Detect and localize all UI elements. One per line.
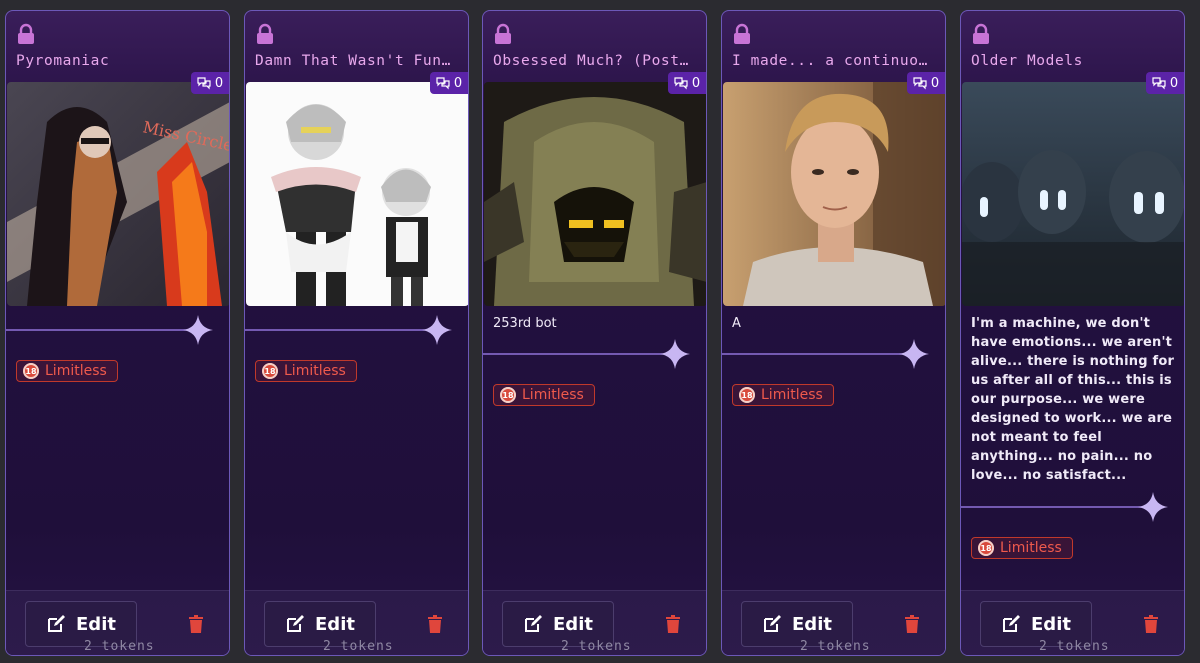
trash-icon[interactable] <box>665 615 681 633</box>
character-card[interactable]: I made... a continuous l... 0 A <box>721 10 946 656</box>
character-image[interactable] <box>484 82 706 306</box>
content-tag[interactable]: 18 Limitless <box>732 384 834 406</box>
trash-icon[interactable] <box>188 615 204 633</box>
lock-icon <box>973 23 989 44</box>
card-title[interactable]: I made... a continuous l... <box>732 53 932 69</box>
card-footer: Edit 2 tokens <box>722 590 945 655</box>
chat-bubbles-icon <box>674 76 688 89</box>
chat-count-badge: 0 <box>191 72 229 94</box>
character-card[interactable]: Pyromaniac 0 Miss Circle 18 Limitless Ed… <box>5 10 230 656</box>
character-image[interactable]: Miss Circle <box>7 82 229 306</box>
chat-bubbles-icon <box>913 76 927 89</box>
card-title[interactable]: Pyromaniac <box>16 53 216 69</box>
edit-label: Edit <box>76 613 116 635</box>
tag-label: Limitless <box>761 387 823 403</box>
card-footer: Edit 2 tokens <box>6 590 229 655</box>
character-card[interactable]: Older Models 0 I'm a machine, we don't h… <box>960 10 1185 656</box>
tag-label: Limitless <box>284 363 346 379</box>
character-image[interactable] <box>962 82 1184 306</box>
card-footer: Edit 2 tokens <box>245 590 468 655</box>
character-image[interactable] <box>723 82 945 306</box>
chat-count: 0 <box>930 75 940 91</box>
character-grid: Pyromaniac 0 Miss Circle 18 Limitless Ed… <box>5 10 1197 658</box>
chat-bubbles-icon <box>436 76 450 89</box>
card-footer: Edit 2 tokens <box>483 590 706 655</box>
trash-icon[interactable] <box>904 615 920 633</box>
edit-label: Edit <box>792 613 832 635</box>
tag-label: Limitless <box>1000 540 1062 556</box>
character-card[interactable]: Damn That Wasn't Funny 0 18 Limitless Ed… <box>244 10 469 656</box>
token-count: 2 tokens <box>84 639 155 654</box>
tag-label: Limitless <box>522 387 584 403</box>
card-divider <box>961 492 1184 522</box>
chat-count: 0 <box>453 75 463 91</box>
18-plus-icon: 18 <box>262 363 278 379</box>
chat-count: 0 <box>691 75 701 91</box>
edit-label: Edit <box>553 613 593 635</box>
chat-count-badge: 0 <box>668 72 706 94</box>
character-card[interactable]: Obsessed Much? (Post-... 0 253rd bot <box>482 10 707 656</box>
trash-icon[interactable] <box>427 615 443 633</box>
card-description: 253rd bot <box>493 316 557 331</box>
card-title[interactable]: Damn That Wasn't Funny <box>255 53 455 69</box>
chat-bubbles-icon <box>1152 76 1166 89</box>
chat-count-badge: 0 <box>430 72 468 94</box>
character-image[interactable] <box>246 82 468 306</box>
edit-icon <box>764 615 782 632</box>
edit-icon <box>287 615 305 632</box>
lock-icon <box>495 23 511 44</box>
lock-icon <box>257 23 273 44</box>
card-title[interactable]: Obsessed Much? (Post-... <box>493 53 693 69</box>
lock-icon <box>18 23 34 44</box>
card-divider <box>483 339 706 369</box>
lock-icon <box>734 23 750 44</box>
card-description: A <box>732 316 741 331</box>
content-tag[interactable]: 18 Limitless <box>255 360 357 382</box>
card-footer: Edit 2 tokens <box>961 590 1184 655</box>
content-tag[interactable]: 18 Limitless <box>493 384 595 406</box>
edit-icon <box>48 615 66 632</box>
tag-label: Limitless <box>45 363 107 379</box>
chat-count: 0 <box>1169 75 1179 91</box>
edit-icon <box>525 615 543 632</box>
edit-label: Edit <box>1031 613 1071 635</box>
edit-label: Edit <box>315 613 355 635</box>
chat-count: 0 <box>214 75 224 91</box>
18-plus-icon: 18 <box>978 540 994 556</box>
card-divider <box>245 315 468 345</box>
token-count: 2 tokens <box>323 639 394 654</box>
content-tag[interactable]: 18 Limitless <box>16 360 118 382</box>
card-divider <box>722 339 945 369</box>
token-count: 2 tokens <box>1039 639 1110 654</box>
content-tag[interactable]: 18 Limitless <box>971 537 1073 559</box>
chat-count-badge: 0 <box>1146 72 1184 94</box>
18-plus-icon: 18 <box>500 387 516 403</box>
18-plus-icon: 18 <box>739 387 755 403</box>
edit-icon <box>1003 615 1021 632</box>
token-count: 2 tokens <box>800 639 871 654</box>
chat-bubbles-icon <box>197 76 211 89</box>
card-title[interactable]: Older Models <box>971 53 1171 69</box>
chat-count-badge: 0 <box>907 72 945 94</box>
token-count: 2 tokens <box>561 639 632 654</box>
18-plus-icon: 18 <box>23 363 39 379</box>
card-divider <box>6 315 229 345</box>
trash-icon[interactable] <box>1143 615 1159 633</box>
card-description: I'm a machine, we don't have emotions...… <box>971 316 1175 483</box>
